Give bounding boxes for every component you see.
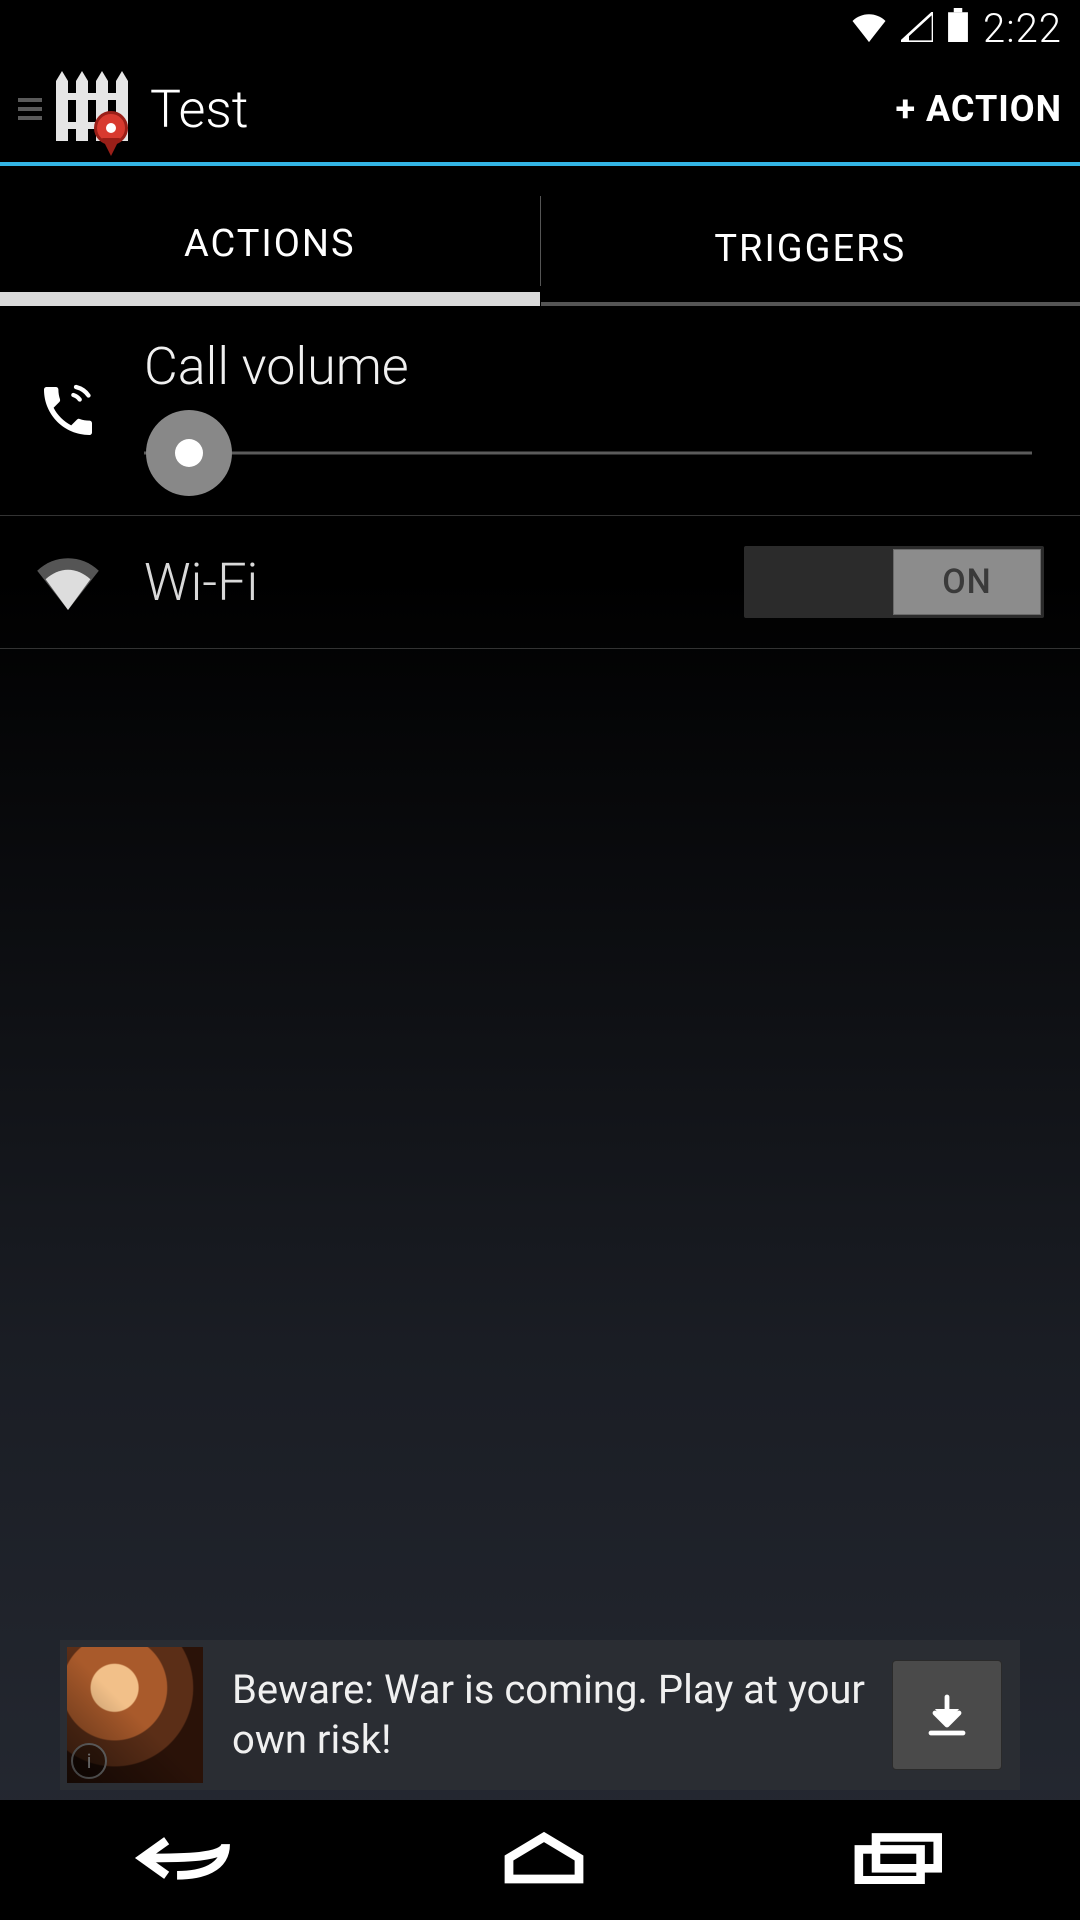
cell-signal-icon xyxy=(901,5,933,52)
list-item-call-volume[interactable]: Call volume xyxy=(0,306,1080,516)
page-title: Test xyxy=(150,79,249,140)
ad-banner[interactable]: i Beware: War is coming. Play at your ow… xyxy=(60,1640,1020,1790)
add-action-button[interactable]: + ACTION xyxy=(895,88,1062,130)
app-icon xyxy=(50,67,134,151)
tab-triggers[interactable]: TRIGGERS xyxy=(541,196,1080,306)
app-header: Test + ACTION xyxy=(0,56,1080,166)
clock-text: 2:22 xyxy=(983,5,1062,52)
tab-actions[interactable]: ACTIONS xyxy=(0,196,540,306)
recent-apps-button[interactable] xyxy=(852,1832,948,1888)
ad-info-icon[interactable]: i xyxy=(71,1743,107,1779)
wifi-label: Wi-Fi xyxy=(144,552,708,613)
wifi-toggle-on: ON xyxy=(893,549,1041,615)
wifi-icon xyxy=(28,554,108,610)
back-button[interactable] xyxy=(132,1830,236,1890)
call-volume-icon xyxy=(28,379,108,443)
ad-text: Beware: War is coming. Play at your own … xyxy=(232,1665,870,1765)
ad-download-button[interactable] xyxy=(892,1660,1002,1770)
system-nav-bar xyxy=(0,1800,1080,1920)
status-bar: 2:22 xyxy=(0,0,1080,56)
actions-list: Call volume Wi-Fi ON xyxy=(0,306,1080,649)
menu-icon[interactable] xyxy=(18,93,42,125)
call-volume-slider[interactable] xyxy=(144,421,1044,485)
wifi-status-icon xyxy=(851,5,887,52)
tab-row: ACTIONS TRIGGERS xyxy=(0,196,1080,306)
wifi-toggle-off xyxy=(744,546,890,618)
ad-thumbnail: i xyxy=(67,1647,203,1783)
home-button[interactable] xyxy=(499,1830,589,1890)
list-item-wifi[interactable]: Wi-Fi ON xyxy=(0,516,1080,649)
call-volume-label: Call volume xyxy=(144,336,1044,397)
wifi-toggle[interactable]: ON xyxy=(744,546,1044,618)
battery-icon xyxy=(947,5,969,52)
